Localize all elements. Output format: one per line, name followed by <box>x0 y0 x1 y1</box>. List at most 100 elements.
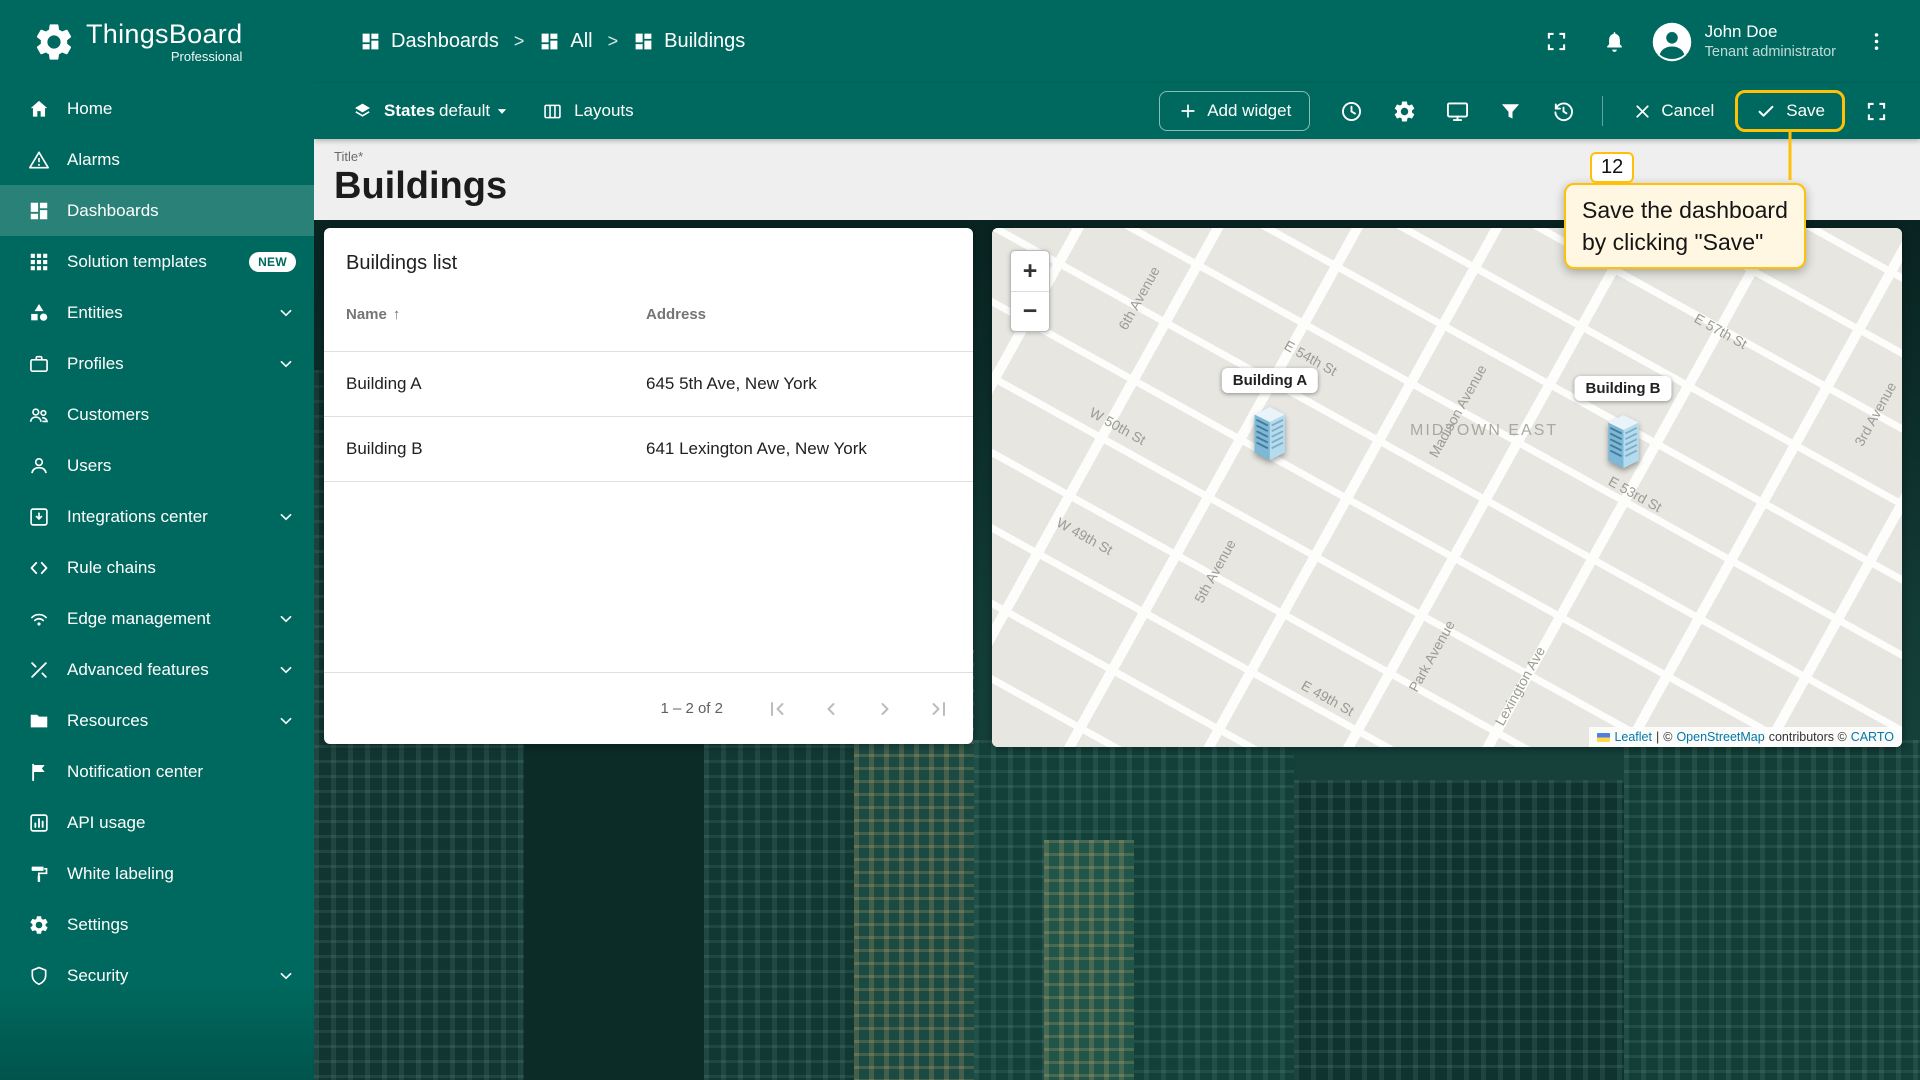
zoom-out-button[interactable]: − <box>1011 291 1049 331</box>
states-label: States <box>384 101 435 121</box>
dashboards-icon <box>28 200 50 222</box>
sidebar-item-label: Dashboards <box>67 201 296 221</box>
table-header-row: Name ↑ Address <box>324 278 973 352</box>
layouts-button[interactable]: Layouts <box>542 101 634 122</box>
tutorial-text-line2: by clicking "Save" <box>1582 226 1788 258</box>
tutorial-step-badge: 12 <box>1590 152 1634 183</box>
sidebar-item-users[interactable]: Users <box>0 440 314 491</box>
add-widget-button[interactable]: Add widget <box>1159 91 1310 131</box>
sidebar-item-label: Alarms <box>67 150 296 170</box>
sidebar-item-alarms[interactable]: Alarms <box>0 134 314 185</box>
notifications-button[interactable] <box>1593 20 1637 64</box>
zoom-in-button[interactable]: + <box>1011 251 1049 291</box>
fullscreen-button[interactable] <box>1535 20 1579 64</box>
dashboard-content: Buildings list Name ↑ Address Building A… <box>314 220 1920 1080</box>
users-icon <box>28 455 50 477</box>
bell-icon <box>1602 29 1627 54</box>
cell-name: Building A <box>346 374 646 394</box>
breadcrumb-label: All <box>570 30 592 53</box>
apps-icon <box>28 251 50 273</box>
sidebar-item-entities[interactable]: Entities <box>0 287 314 338</box>
layouts-label: Layouts <box>574 101 634 121</box>
last-page-icon <box>927 697 951 721</box>
sidebar-item-dashboards[interactable]: Dashboards <box>0 185 314 236</box>
column-label: Address <box>646 306 706 323</box>
previous-page-button[interactable] <box>807 685 855 733</box>
thingsboard-logo[interactable]: ThingsBoard Professional <box>0 0 314 83</box>
states-select[interactable]: default <box>439 101 512 121</box>
sidebar-item-security[interactable]: Security <box>0 950 314 1001</box>
first-page-button[interactable] <box>753 685 801 733</box>
chevron-down-icon <box>276 354 296 374</box>
sidebar-item-white-labeling[interactable]: White labeling <box>0 848 314 899</box>
sidebar-item-rule-chains[interactable]: Rule chains <box>0 542 314 593</box>
map-widget[interactable]: 6th AvenueE 57th StE 54th StMadison Aven… <box>992 228 1902 747</box>
carto-link[interactable]: CARTO <box>1851 730 1894 744</box>
entity-aliases-button[interactable] <box>1435 89 1479 133</box>
more-menu-button[interactable] <box>1854 20 1898 64</box>
user-name: John Doe <box>1705 21 1836 43</box>
user-info[interactable]: John Doe Tenant administrator <box>1705 21 1836 62</box>
sidebar-item-customers[interactable]: Customers <box>0 389 314 440</box>
leaflet-link[interactable]: Leaflet <box>1614 730 1652 744</box>
sidebar-item-solution-templates[interactable]: Solution templatesNEW <box>0 236 314 287</box>
openstreetmap-link[interactable]: OpenStreetMap <box>1676 730 1764 744</box>
chevron-down-icon <box>276 507 296 527</box>
dashboard-toolbar: States default Layouts Add widget Cancel <box>314 83 1920 139</box>
states-button[interactable]: States <box>352 101 435 122</box>
column-header-name[interactable]: Name ↑ <box>346 306 646 323</box>
filter-icon <box>1498 99 1523 124</box>
rule-chains-icon <box>28 557 50 579</box>
timewindow-button[interactable] <box>1329 89 1373 133</box>
sidebar-item-edge-management[interactable]: Edge management <box>0 593 314 644</box>
dashboard-settings-button[interactable] <box>1382 89 1426 133</box>
sidebar-item-label: API usage <box>67 813 296 833</box>
attribution-text: © <box>1663 730 1672 744</box>
breadcrumb-item-buildings[interactable]: Buildings <box>633 30 745 53</box>
attribution-text: contributors © <box>1769 730 1847 744</box>
save-button[interactable]: Save <box>1735 90 1845 132</box>
sidebar-item-profiles[interactable]: Profiles <box>0 338 314 389</box>
sidebar-item-label: Home <box>67 99 296 119</box>
last-page-button[interactable] <box>915 685 963 733</box>
user-avatar[interactable] <box>1651 21 1693 63</box>
version-history-button[interactable] <box>1541 89 1585 133</box>
breadcrumb-item-dashboards[interactable]: Dashboards <box>360 30 499 53</box>
sidebar-item-home[interactable]: Home <box>0 83 314 134</box>
sidebar-item-label: Security <box>67 966 259 986</box>
sidebar-item-label: Users <box>67 456 296 476</box>
map-marker-building-b[interactable]: Building B <box>1575 376 1672 470</box>
sort-ascending-icon: ↑ <box>393 306 401 323</box>
map-zoom-control: + − <box>1010 250 1050 332</box>
sidebar-item-api-usage[interactable]: API usage <box>0 797 314 848</box>
sidebar-item-label: Rule chains <box>67 558 296 578</box>
sidebar-item-advanced-features[interactable]: Advanced features <box>0 644 314 695</box>
sidebar-item-notification-center[interactable]: Notification center <box>0 746 314 797</box>
marker-label: Building B <box>1575 376 1672 401</box>
cancel-button[interactable]: Cancel <box>1620 93 1726 130</box>
layouts-icon <box>542 101 563 122</box>
breadcrumb-separator: > <box>608 31 619 52</box>
sidebar-item-resources[interactable]: Resources <box>0 695 314 746</box>
states-value: default <box>439 101 490 121</box>
next-page-button[interactable] <box>861 685 909 733</box>
home-icon <box>28 98 50 120</box>
next-page-icon <box>873 697 897 721</box>
map-marker-building-a[interactable]: Building A <box>1222 368 1318 462</box>
table-row[interactable]: Building B 641 Lexington Ave, New York <box>324 417 973 482</box>
previous-page-icon <box>819 697 843 721</box>
sidebar-item-label: White labeling <box>67 864 296 884</box>
column-header-address[interactable]: Address <box>646 306 951 323</box>
expand-dashboard-button[interactable] <box>1854 89 1898 133</box>
sidebar: ThingsBoard Professional Home Alarms Dashb… <box>0 0 314 1080</box>
sidebar-item-integrations-center[interactable]: Integrations center <box>0 491 314 542</box>
table-row[interactable]: Building A 645 5th Ave, New York <box>324 352 973 417</box>
breadcrumb-label: Dashboards <box>391 30 499 53</box>
filters-button[interactable] <box>1488 89 1532 133</box>
sidebar-item-settings[interactable]: Settings <box>0 899 314 950</box>
cancel-label: Cancel <box>1661 101 1714 121</box>
profiles-icon <box>28 353 50 375</box>
breadcrumb-item-all[interactable]: All <box>539 30 592 53</box>
display-icon <box>1445 99 1470 124</box>
sidebar-item-label: Profiles <box>67 354 259 374</box>
